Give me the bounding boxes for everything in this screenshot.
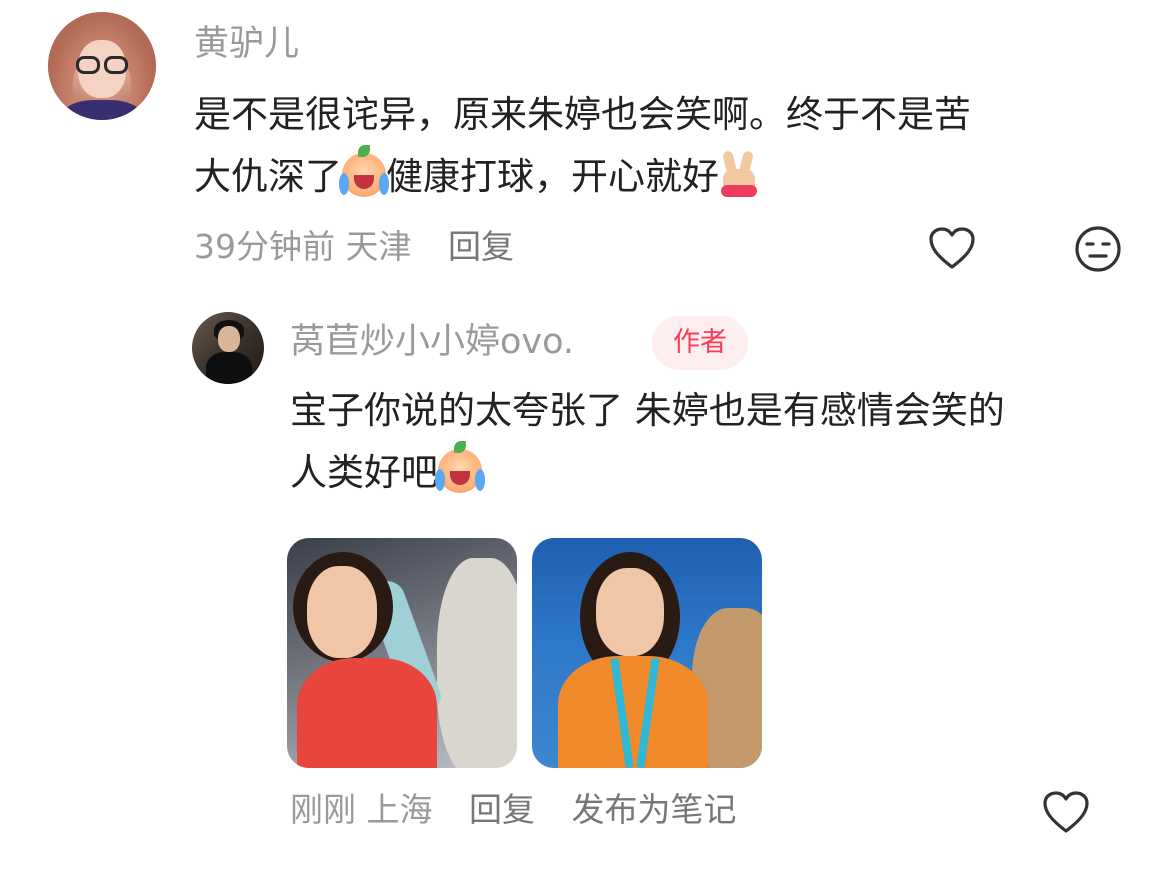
comment-text-line-1: 是不是很诧异，原来朱婷也会笑啊。终于不是苦 bbox=[194, 93, 971, 136]
replier-avatar[interactable] bbox=[192, 312, 264, 384]
reply-photo-1[interactable] bbox=[287, 538, 517, 768]
comment-text-line-2: 大仇深了 健康打球，开心就好 bbox=[194, 145, 1114, 208]
publish-as-note-button[interactable]: 发布为笔记 bbox=[572, 790, 737, 829]
reply-location: 上海 bbox=[366, 790, 433, 829]
neutral-face-icon[interactable] bbox=[1074, 225, 1122, 273]
peace-hand-emoji-icon bbox=[719, 150, 759, 197]
crying-emoji-icon bbox=[339, 145, 389, 197]
comment-location: 天津 bbox=[345, 227, 412, 266]
reply-meta: 刚刚 上海 回复 发布为笔记 bbox=[290, 793, 737, 826]
comment-time: 39分钟前 bbox=[194, 227, 335, 266]
comment-meta: 39分钟前 天津 回复 bbox=[194, 230, 514, 263]
comment-text: 是不是很诧异，原来朱婷也会笑啊。终于不是苦 大仇深了 健康打球，开心就好 bbox=[194, 84, 1114, 208]
reply-photo-2[interactable] bbox=[532, 538, 762, 768]
reply-text: 宝子你说的太夸张了 朱婷也是有感情会笑的 人类好吧 bbox=[290, 380, 1130, 504]
commenter-avatar[interactable] bbox=[48, 12, 156, 120]
reply-time: 刚刚 bbox=[290, 790, 356, 829]
author-badge: 作者 bbox=[652, 316, 748, 370]
heart-outline-icon[interactable] bbox=[1042, 790, 1090, 834]
heart-outline-icon[interactable] bbox=[928, 226, 976, 270]
reply-reply-button[interactable]: 回复 bbox=[469, 790, 535, 829]
replier-username[interactable]: 莴苣炒小小婷ovo. bbox=[290, 325, 574, 360]
commenter-username[interactable]: 黄驴儿 bbox=[194, 27, 299, 62]
reply-text-line-1: 宝子你说的太夸张了 朱婷也是有感情会笑的 bbox=[290, 389, 1005, 432]
comment-reply-button[interactable]: 回复 bbox=[448, 227, 514, 266]
reply-text-line-2: 人类好吧 bbox=[290, 441, 1130, 504]
crying-emoji-icon bbox=[435, 441, 485, 493]
